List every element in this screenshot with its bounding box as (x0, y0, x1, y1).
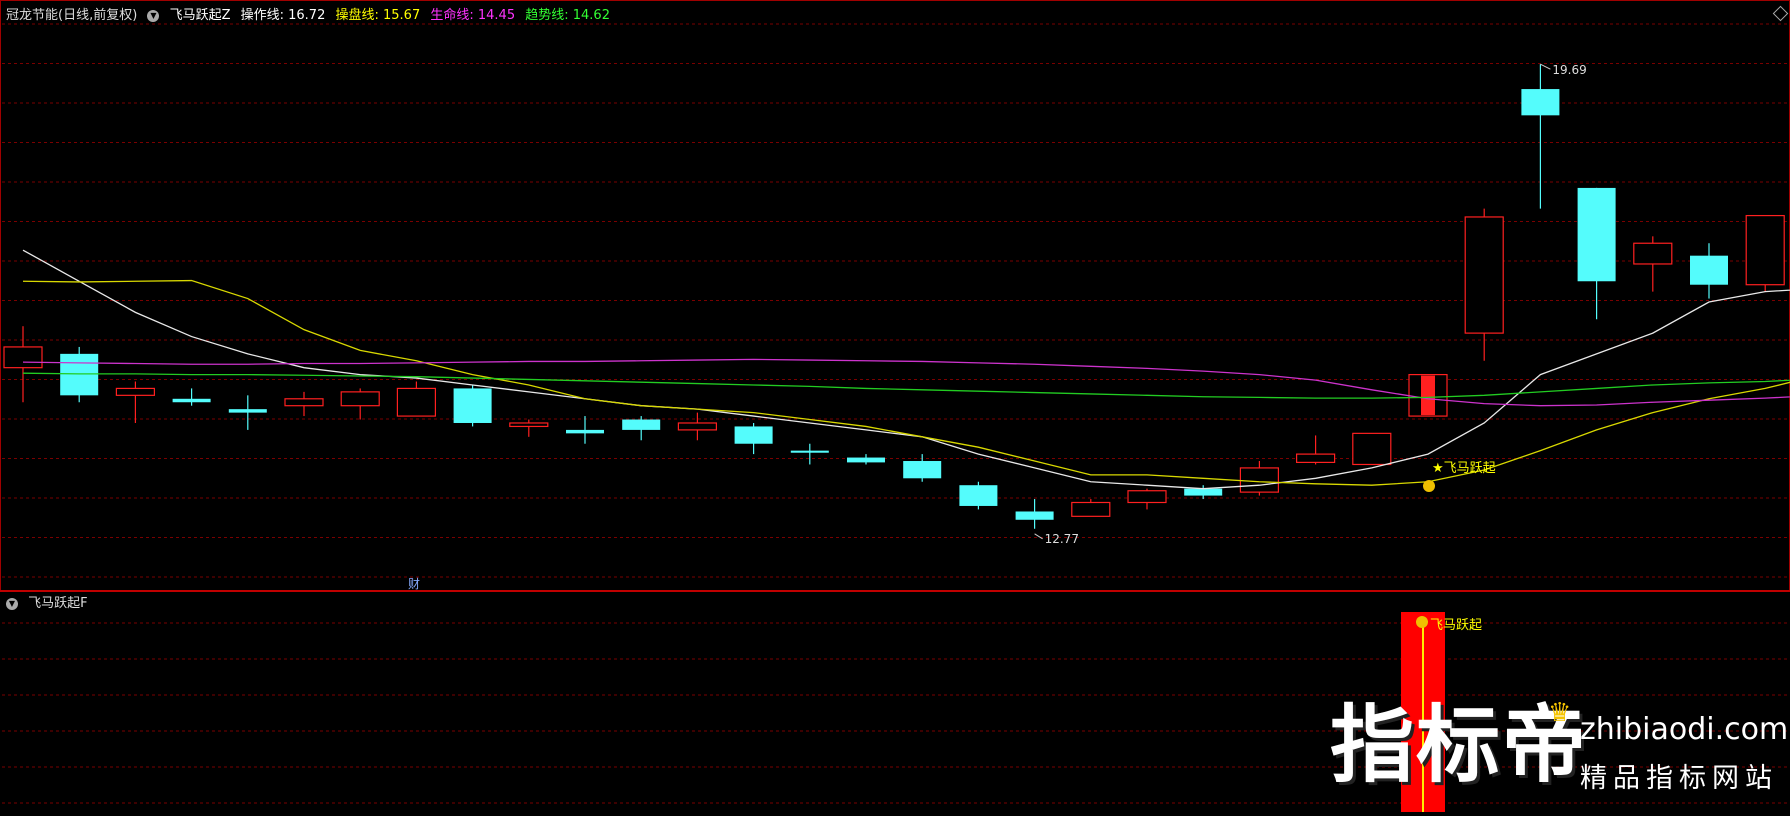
collapse-icon[interactable]: ▼ (6, 597, 18, 610)
candle (677, 412, 718, 441)
candle (60, 346, 99, 403)
candle-body (396, 387, 436, 417)
candle-body (734, 426, 773, 444)
candle-body (1015, 511, 1054, 520)
series-line (22, 249, 1790, 490)
line-value-shengming: 生命线: 14.45 (430, 8, 516, 23)
candle (847, 454, 885, 465)
line-value-qushi: 趋势线: 14.62 (525, 8, 610, 23)
crown-icon: ♛ (1548, 698, 1572, 728)
candle (1127, 488, 1167, 510)
candle-body (60, 353, 99, 396)
candle-body (903, 461, 942, 479)
sub-money-bag-icon (1416, 616, 1428, 628)
candle (1690, 243, 1728, 299)
sub-indicator-name: 飞马跃起F (28, 596, 88, 611)
candle-body (1239, 467, 1280, 493)
candle-body (1577, 187, 1616, 282)
high-price-label: 19.69 (1552, 63, 1586, 77)
watermark-url: zhibiaodi.com (1580, 712, 1789, 747)
candle-body (172, 398, 211, 403)
candle (1295, 435, 1336, 465)
candle (3, 326, 43, 403)
line-value-caopan: 操盘线: 15.67 (335, 8, 421, 23)
cai-label: 财 (408, 577, 420, 591)
candle (1352, 432, 1392, 466)
candle-body (959, 485, 998, 506)
series-line (22, 279, 1790, 486)
main-header: 冠龙节能(日线,前复权) ▼ 飞马跃起Z 操作线: 16.72 操盘线: 15.… (6, 4, 616, 23)
low-price-label: 12.77 (1045, 532, 1079, 546)
line-value-caozuo: 操作线: 16.72 (240, 8, 326, 23)
candle-body (677, 422, 718, 431)
panel-border (0, 0, 1790, 592)
candle-body (622, 419, 661, 430)
candle (1015, 499, 1054, 529)
candle-body (1633, 242, 1673, 265)
candle (340, 388, 380, 420)
candle (1577, 187, 1616, 320)
candle (1633, 236, 1673, 292)
candle (396, 381, 436, 417)
candle-body (453, 388, 492, 423)
candle (1521, 64, 1560, 209)
candle (566, 416, 604, 444)
signal-label: ★飞马跃起 (1432, 461, 1496, 476)
low-pointer (1034, 533, 1043, 540)
candle-body (1352, 432, 1392, 466)
watermark-logo: 指标帝 ♛ zhibiaodi.com 精品指标网站 (1330, 698, 1790, 810)
candle (1071, 499, 1111, 517)
signal-candle-fill (1421, 375, 1435, 416)
candle-body (228, 409, 267, 413)
sub-header: ▼ 飞马跃起F (6, 592, 94, 611)
candle-body (340, 391, 380, 407)
candle (1464, 208, 1504, 361)
candle-body (284, 398, 324, 407)
candle-body (1690, 255, 1728, 285)
candle-body (1521, 89, 1560, 116)
candle-body (1464, 216, 1504, 334)
candle-body (847, 457, 885, 463)
candle-body (790, 450, 829, 453)
watermark-subtitle: 精品指标网站 (1580, 763, 1778, 794)
candle (622, 416, 661, 441)
high-pointer (1540, 63, 1551, 70)
candle-body (1071, 501, 1111, 517)
candle (790, 443, 829, 465)
money-bag-icon (1423, 480, 1435, 492)
series-line (22, 372, 1790, 399)
candle-body (115, 387, 156, 396)
main-chart-panel[interactable]: 19.69 12.77 ★飞马跃起财 冠龙节能(日线,前复权) ▼ 飞马跃起Z 操作… (0, 0, 1790, 592)
candle (115, 381, 156, 423)
candle-body (1184, 488, 1223, 496)
candle (1745, 214, 1785, 292)
candle-body (1127, 490, 1167, 504)
candlestick-chart[interactable]: 19.69 12.77 ★飞马跃起财 (0, 0, 1790, 592)
candle (1239, 461, 1280, 496)
candle (734, 422, 773, 455)
candle (172, 388, 211, 406)
candle (509, 419, 549, 437)
stock-title: 冠龙节能(日线,前复权) (6, 8, 138, 23)
candle (228, 395, 267, 430)
collapse-icon[interactable]: ▼ (147, 9, 160, 22)
sub-signal-label: 飞马跃起 (1430, 618, 1482, 633)
candle-body (3, 346, 43, 369)
candle-body (1745, 214, 1785, 286)
candle-body (1295, 453, 1336, 463)
candle (453, 384, 492, 427)
candle-body (566, 429, 604, 434)
candle-body (509, 422, 549, 428)
indicator-name: 飞马跃起Z (169, 8, 231, 23)
candle (284, 391, 324, 417)
candle (959, 481, 998, 510)
